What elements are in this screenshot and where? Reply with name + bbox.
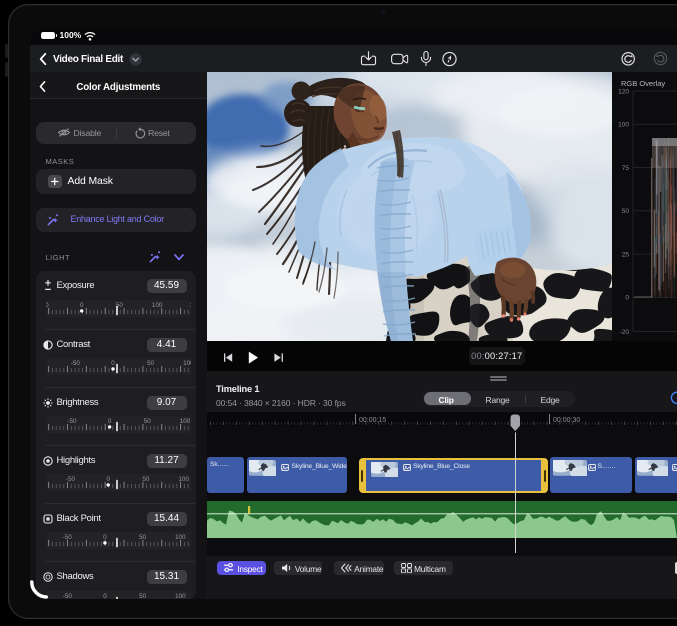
svg-text:0: 0	[103, 534, 107, 541]
svg-text:100: 100	[179, 418, 190, 425]
svg-text:100: 100	[618, 122, 629, 129]
svg-text:-50: -50	[62, 534, 72, 541]
svg-text:-50: -50	[65, 476, 75, 483]
svg-text:50: 50	[622, 208, 630, 215]
svg-text:0: 0	[107, 418, 111, 425]
svg-text:RGB Overlay: RGB Overlay	[621, 79, 665, 88]
svg-text:00:00:30: 00:00:30	[553, 417, 580, 424]
svg-text:25: 25	[622, 251, 630, 258]
svg-text:0: 0	[79, 301, 83, 308]
svg-text:50: 50	[142, 476, 149, 483]
svg-text:0: 0	[111, 360, 115, 367]
svg-text:50: 50	[143, 418, 150, 425]
svg-text:50: 50	[139, 534, 146, 541]
svg-text:100: 100	[175, 592, 186, 599]
svg-text:100: 100	[178, 476, 189, 483]
svg-text:100: 100	[151, 301, 162, 308]
svg-text:00:00:15: 00:00:15	[359, 417, 386, 424]
svg-text:-50: -50	[70, 360, 80, 367]
svg-text:50: 50	[139, 592, 146, 599]
svg-text:100: 100	[175, 534, 186, 541]
svg-text:120: 120	[618, 88, 629, 95]
svg-text:0: 0	[625, 295, 629, 302]
svg-text:-50: -50	[67, 418, 77, 425]
svg-text:0: 0	[106, 476, 110, 483]
svg-text:150: 150	[189, 301, 191, 308]
svg-text:75: 75	[622, 165, 630, 172]
svg-text:50: 50	[147, 360, 154, 367]
svg-text:-20: -20	[620, 329, 630, 336]
svg-text:100: 100	[183, 360, 191, 367]
svg-text:0: 0	[103, 592, 107, 599]
